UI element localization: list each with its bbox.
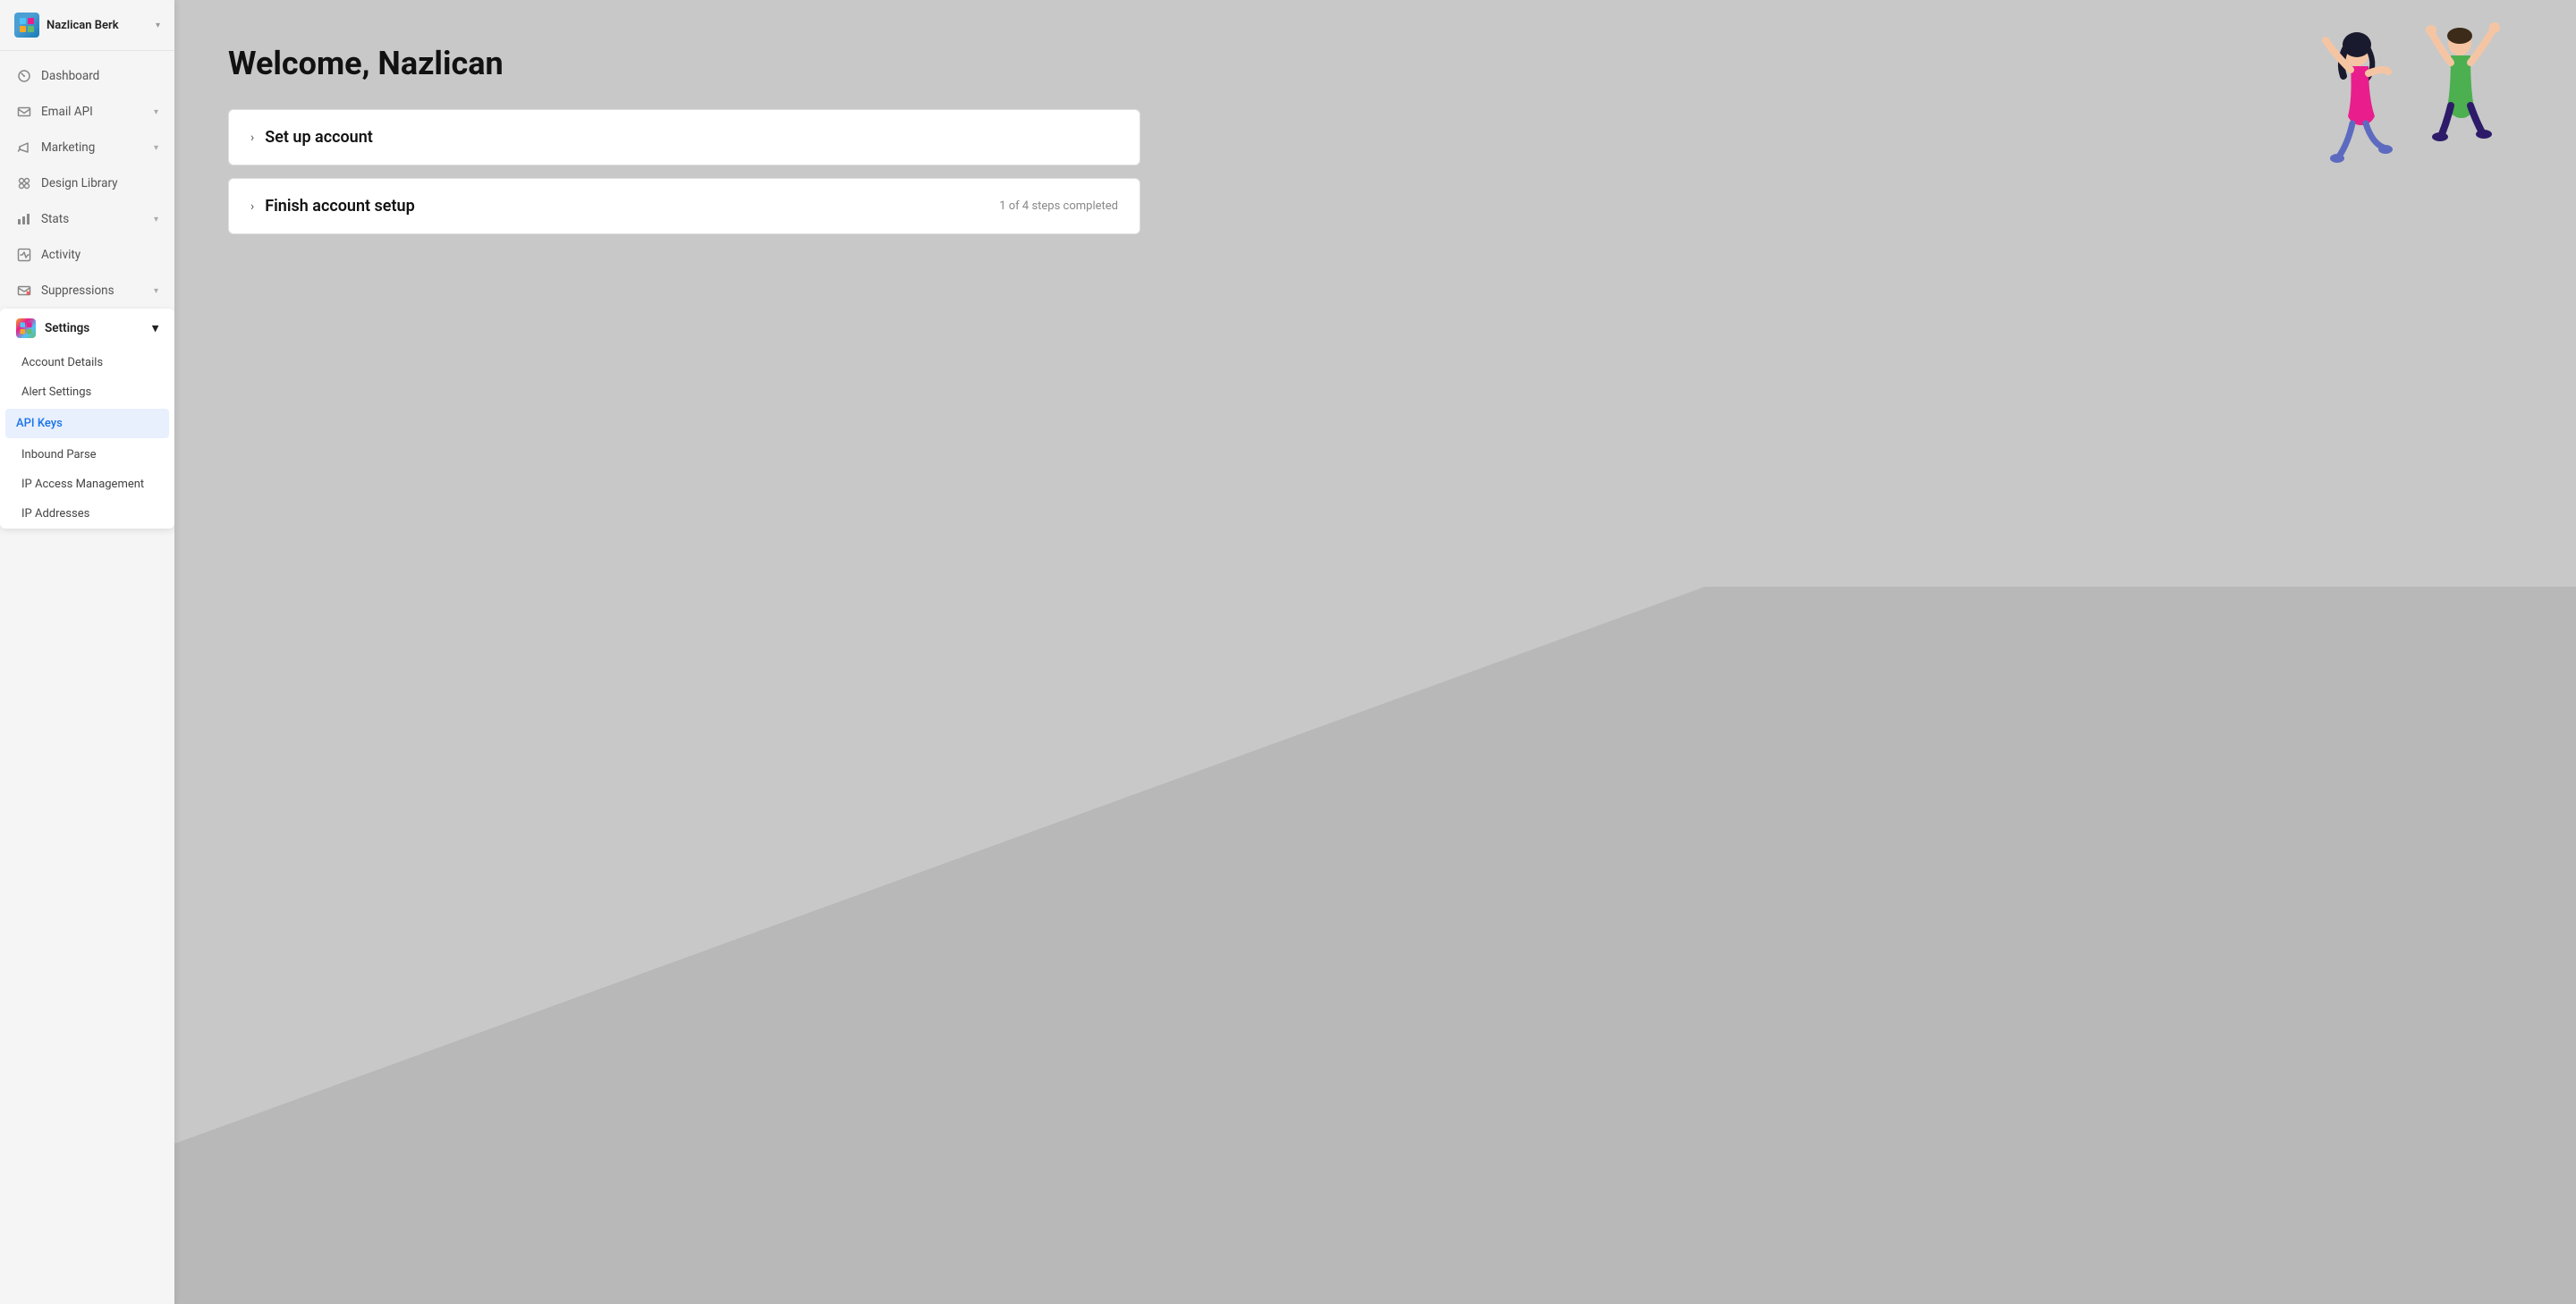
settings-sub-account-details[interactable]: Account Details bbox=[0, 348, 174, 377]
settings-section: Settings ▾ Account Details Alert Setting… bbox=[0, 309, 174, 529]
main-content: Welcome, Nazlican › Set up account › Fin… bbox=[174, 0, 1248, 283]
celebration-illustration bbox=[2272, 18, 2522, 197]
settings-sub-api-keys[interactable]: API Keys bbox=[5, 409, 169, 438]
set-up-account-title: Set up account bbox=[265, 128, 373, 147]
activity-icon bbox=[16, 247, 32, 263]
company-logo bbox=[14, 13, 39, 38]
sidebar-item-activity[interactable]: Activity bbox=[0, 237, 174, 273]
activity-label: Activity bbox=[41, 248, 80, 262]
sidebar-item-suppressions[interactable]: Suppressions ▾ bbox=[0, 273, 174, 309]
settings-sub-ip-addresses[interactable]: IP Addresses bbox=[0, 499, 174, 529]
marketing-chevron-icon: ▾ bbox=[154, 143, 158, 153]
stats-chevron-icon: ▾ bbox=[154, 215, 158, 224]
company-chevron-icon: ▾ bbox=[156, 21, 160, 30]
settings-header[interactable]: Settings ▾ bbox=[0, 309, 174, 348]
company-header[interactable]: Nazlican Berk ▾ bbox=[0, 0, 174, 51]
sidebar-item-marketing[interactable]: Marketing ▾ bbox=[0, 130, 174, 165]
company-name: Nazlican Berk bbox=[47, 19, 148, 32]
email-api-chevron-icon: ▾ bbox=[154, 107, 158, 117]
settings-sub-ip-access-management[interactable]: IP Access Management bbox=[0, 470, 174, 499]
steps-completed-label: 1 of 4 steps completed bbox=[999, 199, 1118, 213]
stats-icon bbox=[16, 211, 32, 227]
finish-account-setup-title: Finish account setup bbox=[265, 197, 414, 216]
main-area: Welcome, Nazlican › Set up account › Fin… bbox=[174, 0, 2576, 1304]
marketing-icon bbox=[16, 140, 32, 156]
dashboard-label: Dashboard bbox=[41, 69, 99, 83]
set-up-account-card[interactable]: › Set up account bbox=[228, 109, 1140, 165]
design-library-icon bbox=[16, 175, 32, 191]
set-up-account-chevron-icon: › bbox=[250, 131, 254, 145]
finish-account-setup-chevron-icon: › bbox=[250, 199, 254, 214]
settings-chevron-icon: ▾ bbox=[152, 321, 158, 335]
finish-account-setup-card[interactable]: › Finish account setup 1 of 4 steps comp… bbox=[228, 178, 1140, 234]
email-api-label: Email API bbox=[41, 105, 93, 119]
stats-label: Stats bbox=[41, 212, 69, 226]
settings-sub-inbound-parse[interactable]: Inbound Parse bbox=[0, 440, 174, 470]
dashboard-icon bbox=[16, 68, 32, 84]
sidebar-item-stats[interactable]: Stats ▾ bbox=[0, 201, 174, 237]
wave-decoration bbox=[174, 587, 2576, 1304]
suppressions-icon bbox=[16, 283, 32, 299]
email-api-icon bbox=[16, 104, 32, 120]
sidebar-item-design-library[interactable]: Design Library bbox=[0, 165, 174, 201]
sidebar: Nazlican Berk ▾ Dashboard Email API bbox=[0, 0, 174, 1304]
welcome-title: Welcome, Nazlican bbox=[228, 45, 1194, 82]
marketing-label: Marketing bbox=[41, 140, 95, 155]
settings-icon bbox=[16, 318, 36, 338]
design-library-label: Design Library bbox=[41, 176, 118, 191]
settings-sub-alert-settings[interactable]: Alert Settings bbox=[0, 377, 174, 407]
sidebar-item-dashboard[interactable]: Dashboard bbox=[0, 58, 174, 94]
suppressions-chevron-icon: ▾ bbox=[154, 286, 158, 296]
suppressions-label: Suppressions bbox=[41, 284, 114, 298]
sidebar-item-email-api[interactable]: Email API ▾ bbox=[0, 94, 174, 130]
settings-label: Settings bbox=[45, 321, 89, 335]
